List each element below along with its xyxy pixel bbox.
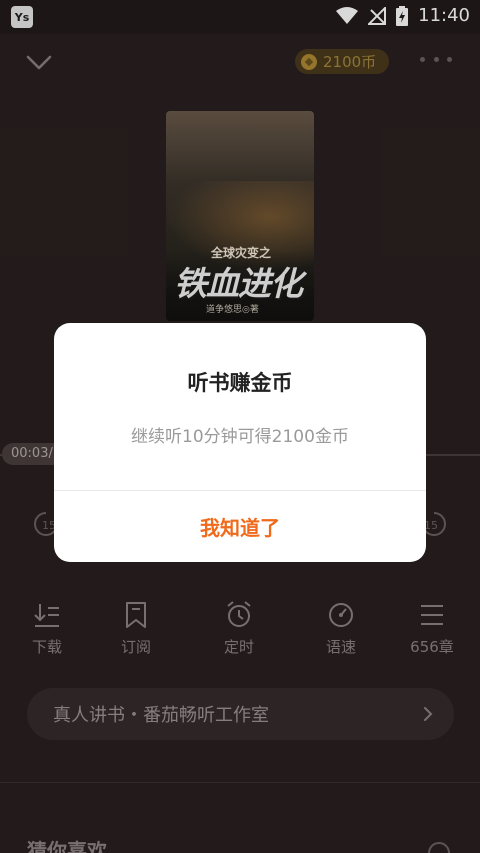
got-it-button[interactable]: 我知道了 <box>54 491 426 562</box>
dialog-title: 听书赚金币 <box>187 371 293 395</box>
dialog-message: 继续听10分钟可得2100金币 <box>131 427 349 447</box>
earn-coins-dialog: 听书赚金币 继续听10分钟可得2100金币 我知道了 <box>54 323 426 562</box>
